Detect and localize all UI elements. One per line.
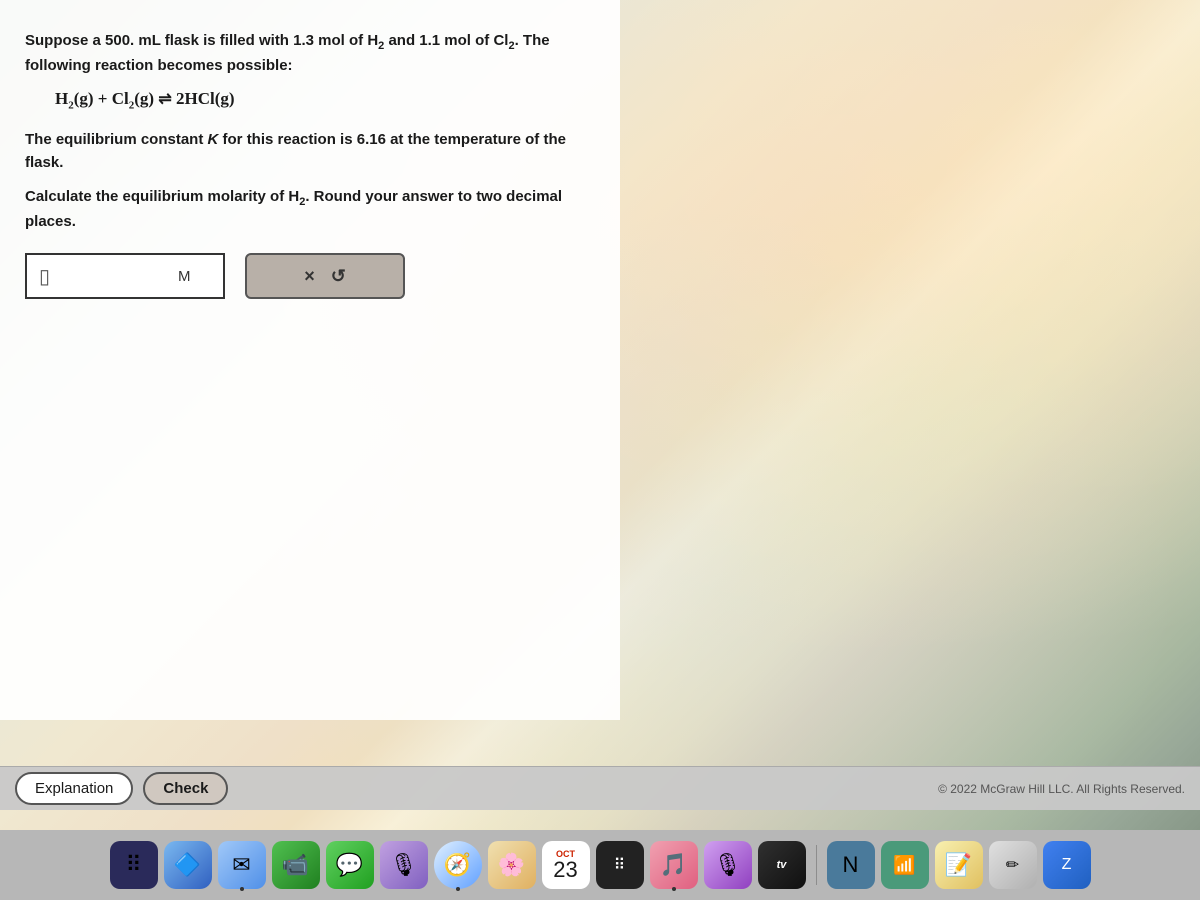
dock-item-facetime[interactable]: 📹 (272, 841, 320, 889)
dock-item-finder[interactable]: 🔷 (164, 841, 212, 889)
dock-item-photos[interactable]: 🌸 (488, 841, 536, 889)
input-row: ▯ M × ↺ (25, 253, 595, 299)
dock-item-messages[interactable]: 💬 (326, 841, 374, 889)
x-icon: × (304, 266, 315, 287)
dock-item-music[interactable]: 🎵 (650, 841, 698, 889)
dock-item-signal[interactable]: 📶 (881, 841, 929, 889)
tv-label: tv (777, 859, 787, 871)
music-icon: 🎵 (660, 852, 687, 878)
zoom-icon: Z (1062, 856, 1072, 874)
undo-icon: ↺ (331, 266, 346, 287)
main-content: Suppose a 500. mL flask is filled with 1… (0, 0, 1200, 830)
constant-text: The equilibrium constant K for this reac… (25, 129, 595, 174)
dock-item-dots[interactable]: ⠿ (596, 841, 644, 889)
check-button[interactable]: Check (143, 772, 228, 805)
dock-item-appletv[interactable]: tv (758, 841, 806, 889)
dock: ⠿ 🔷 ✉ 📹 💬 🎙 🧭 🌸 OCT 23 ⠿ 🎵 🎙 tv (0, 830, 1200, 900)
textedit-icon: ✏ (1006, 855, 1019, 875)
dock-item-textedit[interactable]: ✏ (989, 841, 1037, 889)
unit-label: M (178, 268, 191, 285)
signal-icon: 📶 (893, 855, 915, 876)
dock-item-mail[interactable]: ✉ (218, 841, 266, 889)
answer-input-container[interactable]: ▯ M (25, 253, 225, 299)
facetime-icon: 📹 (282, 852, 309, 878)
dock-item-launchpad[interactable]: ⠿ (110, 841, 158, 889)
safari-icon: 🧭 (444, 852, 471, 878)
input-prefix-icon: ▯ (39, 264, 50, 289)
grid-icon: ⠿ (125, 852, 141, 878)
action-buttons: × ↺ (245, 253, 405, 299)
siri-icon: 🎙 (390, 852, 418, 878)
calendar-day: 23 (553, 859, 577, 881)
dock-item-podcasts[interactable]: 🎙 (704, 841, 752, 889)
dock-item-siri[interactable]: 🎙 (380, 841, 428, 889)
answer-input[interactable] (58, 268, 178, 285)
mail-icon: ✉ (232, 852, 250, 878)
messages-icon: 💬 (336, 852, 363, 878)
clear-undo-button[interactable]: × ↺ (245, 253, 405, 299)
vpn-icon: N (843, 852, 859, 878)
copyright-text: © 2022 McGraw Hill LLC. All Rights Reser… (938, 782, 1185, 796)
finder-icon: 🔷 (174, 852, 201, 878)
dock-separator (816, 845, 817, 885)
footer-buttons-bar: Explanation Check © 2022 McGraw Hill LLC… (0, 766, 1200, 810)
podcasts-icon: 🎙 (714, 852, 742, 878)
dock-item-vpn[interactable]: N (827, 841, 875, 889)
photos-icon: 🌸 (498, 852, 525, 878)
intro-text: Suppose a 500. mL flask is filled with 1… (25, 30, 595, 77)
calculate-text: Calculate the equilibrium molarity of H2… (25, 186, 595, 233)
notes-icon: 📝 (945, 852, 972, 878)
chemical-equation: H2(g) + Cl2(g) ⇌ 2HCl(g) (55, 89, 595, 111)
dock-item-safari[interactable]: 🧭 (434, 841, 482, 889)
dock-item-notes[interactable]: 📝 (935, 841, 983, 889)
dock-item-zoom[interactable]: Z (1043, 841, 1091, 889)
content-panel: Suppose a 500. mL flask is filled with 1… (0, 0, 620, 720)
dots-icon: ⠿ (614, 855, 626, 875)
explanation-button[interactable]: Explanation (15, 772, 133, 805)
dock-item-calendar[interactable]: OCT 23 (542, 841, 590, 889)
